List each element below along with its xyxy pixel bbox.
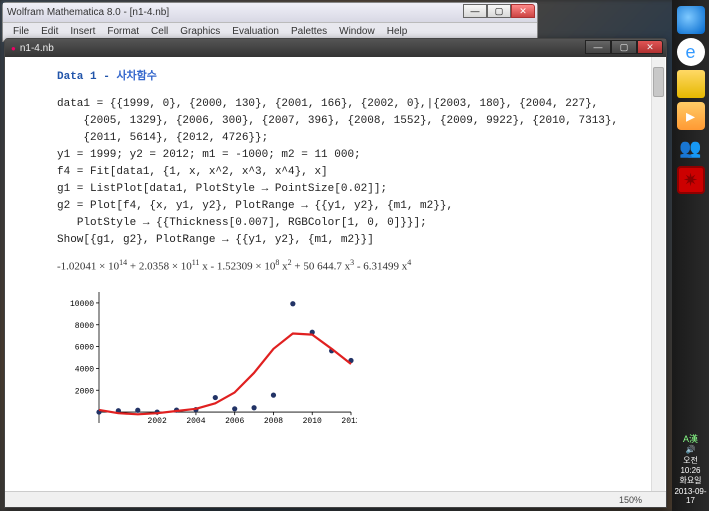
heading-korean: 사차함수 — [116, 71, 156, 83]
speaker-icon[interactable]: 🔊 — [674, 445, 707, 455]
system-tray: A漢 🔊 오전 10:26 화요일 2013-09-17 — [674, 434, 707, 507]
messenger-icon[interactable]: 👥 — [677, 134, 705, 162]
explorer-icon[interactable] — [677, 70, 705, 98]
svg-text:6000: 6000 — [75, 344, 94, 353]
svg-text:2004: 2004 — [186, 417, 205, 426]
doc-close-button[interactable]: ✕ — [637, 40, 663, 54]
outer-title: Wolfram Mathematica 8.0 - [n1-4.nb] — [7, 7, 169, 18]
menu-insert[interactable]: Insert — [64, 25, 101, 38]
document-titlebar[interactable]: n1-4.nb — ▢ ✕ — [5, 39, 666, 57]
svg-text:8000: 8000 — [75, 322, 94, 331]
code-line: g1 = ListPlot[data1, PlotStyle → PointSi… — [57, 181, 648, 198]
svg-text:2002: 2002 — [148, 417, 167, 426]
start-button[interactable] — [677, 6, 705, 34]
svg-text:2010: 2010 — [303, 417, 322, 426]
clock-time[interactable]: 오전 10:26 — [674, 456, 707, 475]
outer-titlebar[interactable]: Wolfram Mathematica 8.0 - [n1-4.nb] — ▢ … — [3, 3, 537, 23]
clock-date: 2013-09-17 — [674, 487, 707, 506]
menu-window[interactable]: Window — [333, 25, 381, 38]
menu-file[interactable]: File — [7, 25, 35, 38]
menu-graphics[interactable]: Graphics — [174, 25, 226, 38]
code-line: y1 = 1999; y2 = 2012; m1 = -1000; m2 = 1… — [57, 147, 648, 164]
svg-text:2012: 2012 — [341, 417, 357, 426]
menu-palettes[interactable]: Palettes — [285, 25, 333, 38]
clock-day: 화요일 — [674, 476, 707, 486]
outer-window: Wolfram Mathematica 8.0 - [n1-4.nb] — ▢ … — [2, 2, 538, 42]
svg-text:2000: 2000 — [75, 387, 94, 396]
statusbar: 150% — [5, 491, 666, 507]
code-line: {2005, 1329}, {2006, 300}, {2007, 396}, … — [57, 113, 648, 130]
menu-evaluation[interactable]: Evaluation — [226, 25, 285, 38]
code-line: PlotStyle → {{Thickness[0.007], RGBColor… — [57, 215, 648, 232]
svg-text:2008: 2008 — [264, 417, 283, 426]
menu-format[interactable]: Format — [101, 25, 145, 38]
zoom-level[interactable]: 150% — [619, 495, 642, 505]
mathematica-icon[interactable]: ✷ — [677, 166, 705, 194]
outer-close-button[interactable]: ✕ — [511, 4, 535, 18]
taskbar: e ▸ 👥 ✷ A漢 🔊 오전 10:26 화요일 2013-09-17 — [672, 0, 709, 511]
code-line: f4 = Fit[data1, {1, x, x^2, x^3, x^4}, x… — [57, 164, 648, 181]
fit-result: -1.02041 × 1014 + 2.0358 × 1011 x - 1.52… — [57, 257, 648, 276]
doc-minimize-button[interactable]: — — [585, 40, 611, 54]
code-line: Show[{g1, g2}, PlotRange → {{y1, y2}, {m… — [57, 232, 648, 249]
vertical-scrollbar[interactable] — [651, 57, 665, 491]
code-line: data1 = {{1999, 0}, {2000, 130}, {2001, … — [57, 96, 648, 113]
scroll-thumb[interactable] — [653, 67, 664, 97]
outer-maximize-button[interactable]: ▢ — [487, 4, 511, 18]
output-chart: 2000 4000 6000 8000 10000 2002 2004 2006 2008 201… — [57, 286, 357, 441]
notebook-body[interactable]: Data 1 - 사차함수 data1 = {{1999, 0}, {2000,… — [5, 57, 666, 491]
menu-edit[interactable]: Edit — [35, 25, 64, 38]
outer-minimize-button[interactable]: — — [463, 4, 487, 18]
ime-indicator[interactable]: A漢 — [674, 434, 707, 445]
section-heading: Data 1 - 사차함수 — [57, 69, 648, 86]
code-line: {2011, 5614}, {2012, 4726}}; — [57, 130, 648, 147]
heading-sep: - — [97, 71, 117, 83]
heading-prefix: Data — [57, 71, 83, 83]
code-line: g2 = Plot[f4, {x, y1, y2}, PlotRange → {… — [57, 198, 648, 215]
svg-text:2006: 2006 — [225, 417, 244, 426]
doc-maximize-button[interactable]: ▢ — [611, 40, 637, 54]
media-player-icon[interactable]: ▸ — [677, 102, 705, 130]
menu-help[interactable]: Help — [381, 25, 414, 38]
document-title: n1-4.nb — [11, 43, 54, 54]
svg-text:10000: 10000 — [70, 300, 94, 309]
ie-icon[interactable]: e — [677, 38, 705, 66]
svg-text:4000: 4000 — [75, 366, 94, 375]
menu-cell[interactable]: Cell — [145, 25, 174, 38]
code-block[interactable]: data1 = {{1999, 0}, {2000, 130}, {2001, … — [57, 96, 648, 249]
heading-number: 1 — [90, 71, 97, 83]
document-window: n1-4.nb — ▢ ✕ Data 1 - 사차함수 data1 = {{19… — [4, 38, 667, 508]
